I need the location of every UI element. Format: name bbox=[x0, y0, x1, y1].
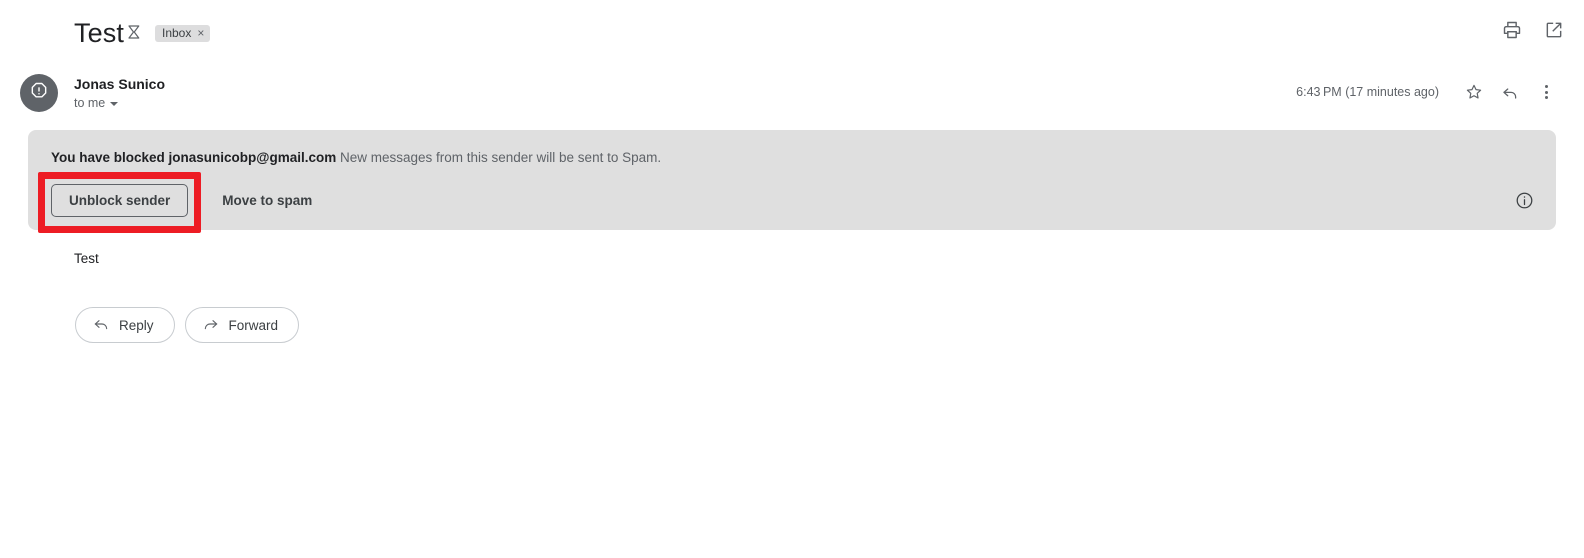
label-chip-inbox[interactable]: Inbox × bbox=[155, 25, 211, 42]
info-circle-icon[interactable] bbox=[1515, 191, 1534, 210]
banner-actions: Unblock sender Move to spam bbox=[51, 184, 312, 217]
reply-arrow-icon bbox=[93, 316, 109, 335]
move-to-spam-button[interactable]: Move to spam bbox=[222, 193, 312, 208]
blocked-sender-message: You have blocked jonasunicobp@gmail.com … bbox=[51, 149, 661, 167]
sender-name: Jonas Sunico bbox=[74, 76, 166, 92]
chevron-down-icon bbox=[110, 102, 119, 106]
message-timestamp: 6:43 PM (17 minutes ago) bbox=[1296, 85, 1439, 99]
header-action-icons bbox=[1502, 20, 1564, 40]
blocked-sender-octagon-icon bbox=[29, 81, 49, 106]
forward-button[interactable]: Forward bbox=[184, 307, 300, 343]
blocked-sender-bold-text: You have blocked jonasunicobp@gmail.com bbox=[51, 150, 337, 165]
forward-button-label: Forward bbox=[228, 317, 279, 333]
star-icon[interactable] bbox=[1456, 74, 1492, 110]
message-body: Test bbox=[74, 251, 99, 266]
more-options-dots bbox=[1544, 85, 1548, 99]
message-action-buttons: Reply Forward bbox=[75, 307, 300, 343]
recipient-dropdown[interactable]: to me bbox=[74, 95, 119, 111]
forward-arrow-icon bbox=[203, 316, 219, 335]
unblock-sender-button[interactable]: Unblock sender bbox=[51, 184, 189, 217]
open-in-new-window-icon[interactable] bbox=[1544, 20, 1564, 40]
reply-button[interactable]: Reply bbox=[75, 307, 175, 343]
reply-button-label: Reply bbox=[119, 317, 154, 333]
close-icon[interactable]: × bbox=[197, 25, 204, 42]
label-chip-label: Inbox bbox=[162, 26, 192, 40]
subject-header: Test Inbox × bbox=[0, 0, 1584, 66]
page-title: Test bbox=[74, 18, 124, 48]
avatar bbox=[20, 74, 58, 112]
sender-header: Jonas Sunico to me 6:43 PM (17 minutes a… bbox=[0, 66, 1584, 124]
email-thread-view: Test Inbox × Jonas Sunico to me 6:43 PM … bbox=[0, 0, 1584, 558]
blocked-sender-banner: You have blocked jonasunicobp@gmail.com … bbox=[28, 130, 1556, 230]
recipient-label: to me bbox=[74, 96, 106, 110]
print-icon[interactable] bbox=[1502, 20, 1522, 40]
reply-arrow-icon[interactable] bbox=[1492, 74, 1528, 110]
blocked-sender-detail-text: New messages from this sender will be se… bbox=[336, 150, 662, 165]
message-meta-actions: 6:43 PM (17 minutes ago) bbox=[1296, 74, 1564, 110]
more-options-icon[interactable] bbox=[1528, 74, 1564, 110]
inbox-chevron-icon bbox=[126, 23, 144, 41]
